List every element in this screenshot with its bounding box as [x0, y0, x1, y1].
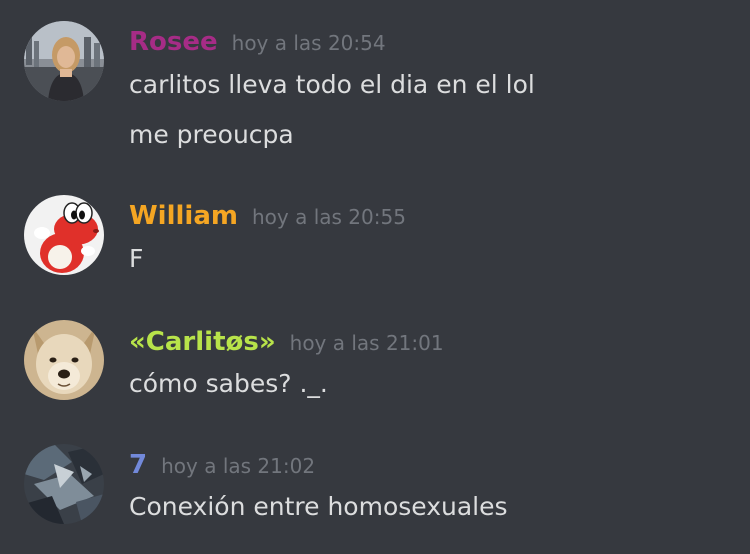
timestamp: hoy a las 21:01	[289, 331, 444, 355]
woman-photo-avatar[interactable]	[24, 21, 104, 101]
message-header: 7 hoy a las 21:02	[129, 450, 315, 480]
red-yoshi-avatar[interactable]	[24, 195, 104, 275]
message-text: carlitos lleva todo el dia en el lol	[129, 70, 535, 99]
message-header: «Carlitøs» hoy a las 21:01	[129, 327, 444, 357]
message-header: Rosee hoy a las 20:54	[129, 27, 386, 57]
message-text: Conexión entre homosexuales	[129, 492, 508, 521]
chat-messages: Rosee hoy a las 20:54 carlitos lleva todo…	[0, 0, 750, 554]
message-header: William hoy a las 20:55	[129, 201, 406, 231]
message-text: me preoucpa	[129, 120, 294, 149]
username[interactable]: 7	[129, 450, 147, 480]
message-text: F	[129, 244, 144, 273]
timestamp: hoy a las 20:54	[231, 31, 386, 55]
username[interactable]: Rosee	[129, 27, 218, 57]
timestamp: hoy a las 21:02	[161, 454, 316, 478]
timestamp: hoy a las 20:55	[251, 205, 406, 229]
message-text: cómo sabes? ._.	[129, 369, 328, 398]
username[interactable]: «Carlitøs»	[129, 327, 276, 357]
dog-photo-avatar[interactable]	[24, 320, 104, 400]
username[interactable]: William	[129, 201, 238, 231]
dark-photo-avatar[interactable]	[24, 444, 104, 524]
